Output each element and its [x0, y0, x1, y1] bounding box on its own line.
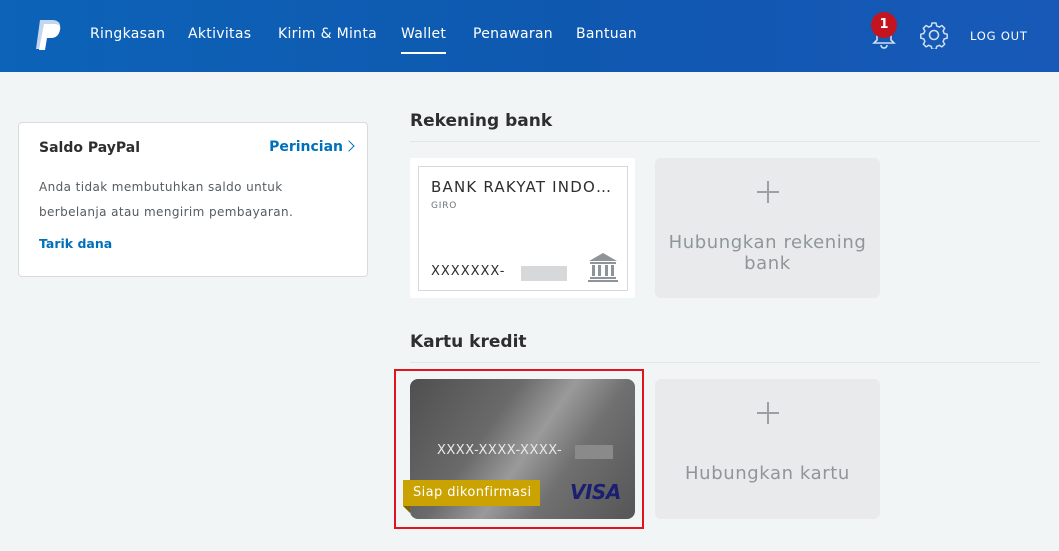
chevron-right-icon[interactable]: [343, 140, 355, 152]
link-card-label: Hubungkan kartu: [685, 463, 850, 484]
nav-ringkasan[interactable]: Ringkasan: [90, 26, 165, 42]
gear-icon[interactable]: [920, 21, 948, 49]
link-bank-label: Hubungkan rekening bank: [668, 232, 867, 274]
notification-badge[interactable]: 1: [871, 12, 897, 38]
nav-aktivitas[interactable]: Aktivitas: [188, 26, 251, 42]
plus-icon: [757, 402, 779, 424]
redacted-number-mask: [521, 266, 567, 281]
bank-account-type: GIRO: [431, 201, 458, 211]
card-section-title: Kartu kredit: [410, 332, 527, 352]
link-card-button[interactable]: Hubungkan kartu: [655, 379, 880, 519]
bank-account-number: XXXXXXX-: [431, 264, 506, 279]
bank-section-title: Rekening bank: [410, 111, 553, 131]
bank-account-card[interactable]: BANK RAKYAT INDONESIA GIRO XXXXXXX-: [418, 166, 628, 291]
withdraw-link[interactable]: Tarik dana: [39, 236, 112, 251]
details-link[interactable]: Perincian: [269, 139, 343, 155]
redacted-number-mask: [575, 445, 613, 459]
balance-title: Saldo PayPal: [39, 140, 141, 156]
plus-icon: [757, 181, 779, 203]
status-badge: Siap dikonfirmasi: [403, 480, 540, 506]
bank-building-icon: [588, 253, 618, 282]
card-section-divider: [410, 362, 1040, 363]
link-bank-account-button[interactable]: Hubungkan rekening bank: [655, 158, 880, 298]
nav-kirim-minta[interactable]: Kirim & Minta: [278, 26, 377, 42]
bank-section-divider: [410, 141, 1040, 142]
badge-ribbon-fold: [403, 506, 410, 513]
nav-penawaran[interactable]: Penawaran: [473, 26, 553, 42]
nav-bantuan[interactable]: Bantuan: [576, 26, 637, 42]
logout-link[interactable]: LOG OUT: [970, 29, 1028, 43]
visa-logo: VISA: [570, 480, 621, 504]
card-number: XXXX-XXXX-XXXX-: [437, 443, 563, 458]
nav-wallet[interactable]: Wallet: [401, 26, 447, 54]
balance-description: Anda tidak membutuhkan saldo untuk berbe…: [39, 180, 294, 219]
paypal-logo-icon[interactable]: [34, 18, 64, 52]
top-navigation-bar: Ringkasan Aktivitas Kirim & Minta Wallet…: [0, 0, 1059, 72]
bank-name: BANK RAKYAT INDONESIA: [431, 178, 617, 196]
paypal-balance-card: Saldo PayPal Perincian Anda tidak membut…: [18, 122, 368, 277]
